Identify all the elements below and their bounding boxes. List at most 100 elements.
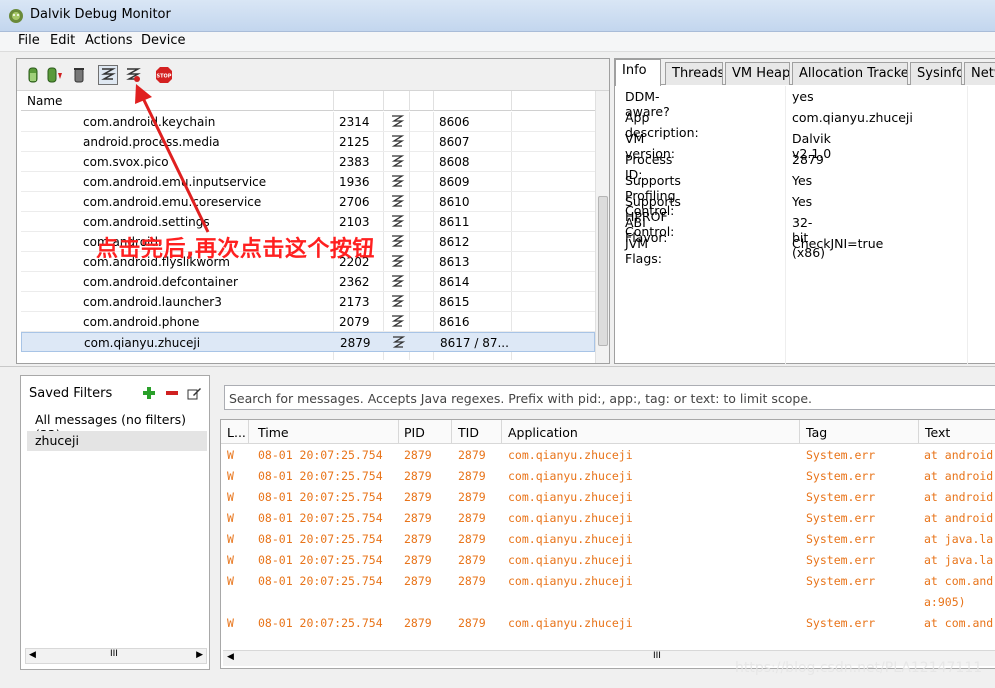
log-app: com.qianyu.zhuceji bbox=[508, 469, 633, 483]
log-pid: 2879 bbox=[404, 574, 432, 588]
process-row[interactable]: com.android.launcher3 2173 8615 bbox=[21, 292, 595, 312]
menu-actions[interactable]: Actions bbox=[83, 33, 135, 48]
menu-device[interactable]: Device bbox=[139, 33, 187, 48]
log-text: at java.la bbox=[924, 532, 994, 546]
tab-network[interactable]: Netw bbox=[964, 62, 995, 85]
process-port: 8616 bbox=[439, 315, 470, 329]
cause-gc-button[interactable] bbox=[69, 65, 89, 85]
column-level[interactable]: L... bbox=[227, 425, 246, 440]
process-pid: 2362 bbox=[339, 275, 370, 289]
column-tid[interactable]: TID bbox=[458, 425, 479, 440]
log-tag: System.err bbox=[806, 574, 876, 588]
tab-sysinfo[interactable]: Sysinfo bbox=[910, 62, 962, 85]
android-app-icon bbox=[9, 9, 23, 23]
log-tid: 2879 bbox=[458, 448, 486, 462]
log-row[interactable]: a:905) bbox=[221, 592, 995, 613]
stop-process-button[interactable]: STOP bbox=[154, 65, 174, 85]
process-row[interactable]: com.qianyu.zhuceji 2879 8617 / 87... bbox=[21, 332, 595, 352]
column-tag[interactable]: Tag bbox=[806, 425, 827, 440]
process-pid: 2173 bbox=[339, 295, 370, 309]
process-row[interactable]: com.svox.pico 2383 8608 bbox=[21, 152, 595, 172]
process-row[interactable]: com.android.emu.coreservice 2706 8610 bbox=[21, 192, 595, 212]
process-row[interactable]: com.android.keychain 2314 8606 bbox=[21, 112, 595, 132]
devices-toolbar: STOP bbox=[17, 59, 609, 91]
dump-hprof-button[interactable] bbox=[45, 65, 65, 85]
column-name-header[interactable]: Name bbox=[27, 94, 62, 108]
log-time: 08-01 20:07:25.754 bbox=[258, 469, 383, 483]
process-name: com.android.settings bbox=[83, 215, 210, 229]
process-row[interactable]: android.process.media 2125 8607 bbox=[21, 132, 595, 152]
menu-file[interactable]: File bbox=[16, 33, 42, 48]
log-row[interactable]: W 08-01 20:07:25.754 2879 2879 com.qianyu.zh… bbox=[221, 487, 995, 508]
update-threads-button[interactable] bbox=[98, 65, 118, 85]
process-name: com.android.launcher3 bbox=[83, 295, 222, 309]
log-row[interactable]: W 08-01 20:07:25.754 2879 2879 com.qianyu.zh… bbox=[221, 550, 995, 571]
method-profiling-button[interactable] bbox=[123, 65, 143, 85]
debug-status-icon bbox=[391, 315, 405, 327]
log-row[interactable]: W 08-01 20:07:25.754 2879 2879 com.qianyu.zh… bbox=[221, 508, 995, 529]
log-row[interactable]: W 08-01 20:07:25.754 2879 2879 com.qianyu.zh… bbox=[221, 529, 995, 550]
remove-filter-icon[interactable] bbox=[164, 385, 180, 401]
add-filter-icon[interactable] bbox=[141, 385, 157, 401]
process-port: 8612 bbox=[439, 235, 470, 249]
scroll-grip: III bbox=[653, 651, 661, 661]
log-pid: 2879 bbox=[404, 511, 432, 525]
client-info-panel: Info Threads VM Heap Allocation Tracker … bbox=[614, 58, 995, 365]
filters-hscrollbar[interactable]: ◀ III ▶ bbox=[25, 648, 207, 664]
log-time: 08-01 20:07:25.754 bbox=[258, 490, 383, 504]
scrollbar-thumb[interactable] bbox=[598, 196, 608, 346]
tab-info[interactable]: Info bbox=[615, 59, 661, 86]
tab-allocation-tracker[interactable]: Allocation Tracker bbox=[792, 62, 908, 85]
info-value: yes bbox=[792, 89, 814, 104]
log-app: com.qianyu.zhuceji bbox=[508, 532, 633, 546]
svg-text:STOP: STOP bbox=[157, 74, 172, 80]
process-pid: 2879 bbox=[340, 336, 371, 350]
process-list-header: Name bbox=[21, 91, 595, 111]
log-tid: 2879 bbox=[458, 469, 486, 483]
heap-update-button[interactable] bbox=[23, 65, 43, 85]
log-pid: 2879 bbox=[404, 553, 432, 567]
process-row[interactable]: com.android.phone 2079 8616 bbox=[21, 312, 595, 332]
log-tag: System.err bbox=[806, 469, 876, 483]
process-row[interactable]: com.android.defcontainer 2362 8614 bbox=[21, 272, 595, 292]
filter-zhuceji[interactable]: zhuceji bbox=[27, 431, 207, 451]
menu-edit[interactable]: Edit bbox=[48, 33, 77, 48]
process-list-scrollbar[interactable] bbox=[595, 91, 609, 363]
heap-update-icon bbox=[28, 67, 38, 83]
debug-status-icon bbox=[391, 255, 405, 267]
log-row[interactable]: W 08-01 20:07:25.754 2879 2879 com.qianyu.zh… bbox=[221, 613, 995, 634]
info-value: CheckJNI=true bbox=[792, 236, 884, 251]
log-time: 08-01 20:07:25.754 bbox=[258, 616, 383, 630]
dump-hprof-icon bbox=[47, 67, 62, 83]
window-title: Dalvik Debug Monitor bbox=[30, 7, 171, 22]
log-pid: 2879 bbox=[404, 616, 432, 630]
debug-status-icon bbox=[391, 115, 405, 127]
log-row[interactable]: W 08-01 20:07:25.754 2879 2879 com.qianyu.zh… bbox=[221, 571, 995, 592]
filter-all-messages[interactable]: All messages (no filters) (32) bbox=[27, 410, 207, 442]
logcat-header: L... Time PID TID Application Tag Text bbox=[221, 420, 995, 444]
process-pid: 1936 bbox=[339, 175, 370, 189]
process-port: 8609 bbox=[439, 175, 470, 189]
logcat-search-input[interactable]: Search for messages. Accepts Java regexe… bbox=[224, 385, 995, 410]
log-app: com.qianyu.zhuceji bbox=[508, 553, 633, 567]
process-row[interactable]: com.android.emu.inputservice 1936 8609 bbox=[21, 172, 595, 192]
panel-splitter[interactable] bbox=[0, 366, 995, 372]
column-time[interactable]: Time bbox=[258, 425, 289, 440]
method-profiling-icon bbox=[126, 68, 141, 82]
tab-threads[interactable]: Threads bbox=[665, 62, 723, 85]
tab-vm-heap[interactable]: VM Heap bbox=[725, 62, 790, 85]
log-row[interactable]: W 08-01 20:07:25.754 2879 2879 com.qianyu.zh… bbox=[221, 466, 995, 487]
column-text[interactable]: Text bbox=[925, 425, 950, 440]
column-pid[interactable]: PID bbox=[404, 425, 425, 440]
saved-filters-panel: Saved Filters All messages (no filters) … bbox=[20, 375, 210, 670]
log-level: W bbox=[227, 511, 234, 525]
edit-filter-icon[interactable] bbox=[186, 385, 202, 401]
log-text: at android bbox=[924, 490, 994, 504]
log-row[interactable]: W 08-01 20:07:25.754 2879 2879 com.qianyu.zh… bbox=[221, 445, 995, 466]
process-row[interactable]: com.android.settings 2103 8611 bbox=[21, 212, 595, 232]
process-name: com.qianyu.zhuceji bbox=[84, 336, 201, 350]
log-level: W bbox=[227, 574, 234, 588]
column-application[interactable]: Application bbox=[508, 425, 578, 440]
devices-panel: STOP Name com.android.keychain 2314 8606 an… bbox=[16, 58, 610, 364]
info-value: Yes bbox=[792, 194, 813, 209]
